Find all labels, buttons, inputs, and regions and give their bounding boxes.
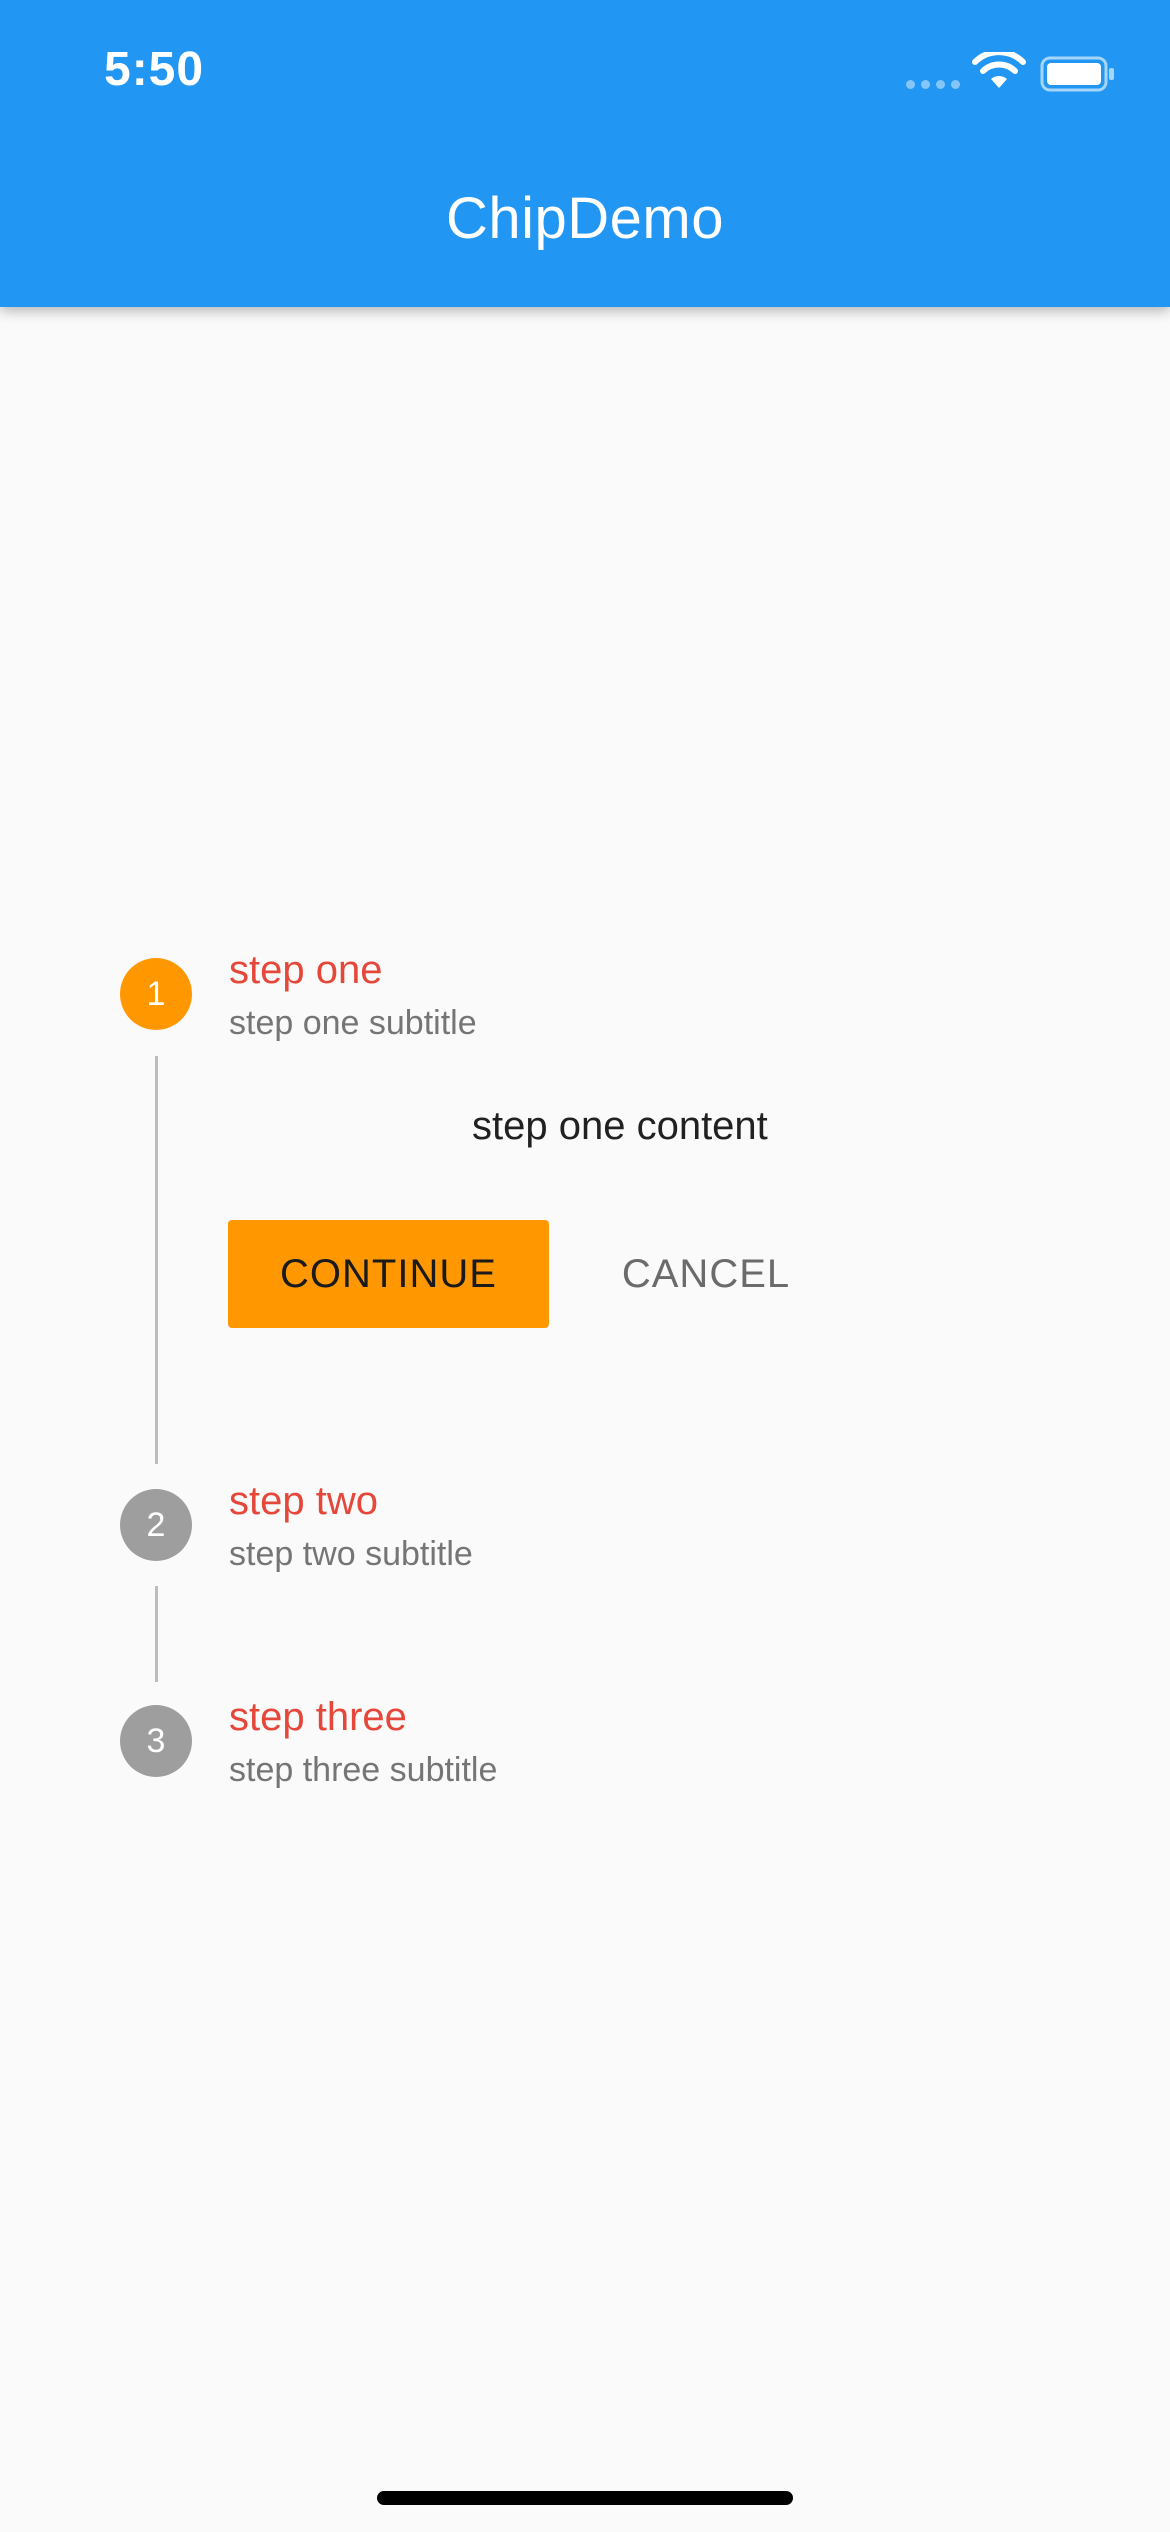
step-2-title[interactable]: step two <box>229 1479 378 1524</box>
step-1-indicator[interactable]: 1 <box>120 958 192 1030</box>
step-1-number: 1 <box>146 974 166 1013</box>
battery-icon <box>1040 56 1114 92</box>
cancel-button[interactable]: CANCEL <box>596 1220 816 1328</box>
step-3-number: 3 <box>146 1721 166 1760</box>
step-2-number: 2 <box>146 1505 166 1544</box>
step-3-title[interactable]: step three <box>229 1695 407 1740</box>
status-time: 5:50 <box>104 43 205 96</box>
step-connector-1 <box>155 1056 158 1464</box>
step-connector-2 <box>155 1586 158 1682</box>
step-1-subtitle: step one subtitle <box>229 1004 477 1042</box>
step-1-content: step one content <box>472 1104 768 1148</box>
continue-button[interactable]: CONTINUE <box>228 1220 549 1328</box>
step-3-indicator[interactable]: 3 <box>120 1705 192 1777</box>
wifi-icon <box>972 52 1026 88</box>
app-bar: 5:50 ChipDemo <box>0 0 1170 307</box>
page-title: ChipDemo <box>446 186 724 251</box>
home-indicator[interactable] <box>377 2491 793 2505</box>
step-1-title[interactable]: step one <box>229 948 382 993</box>
step-3-subtitle: step three subtitle <box>229 1751 498 1789</box>
step-2-indicator[interactable]: 2 <box>120 1489 192 1561</box>
signal-icon <box>906 80 960 89</box>
step-2-subtitle: step two subtitle <box>229 1535 473 1573</box>
